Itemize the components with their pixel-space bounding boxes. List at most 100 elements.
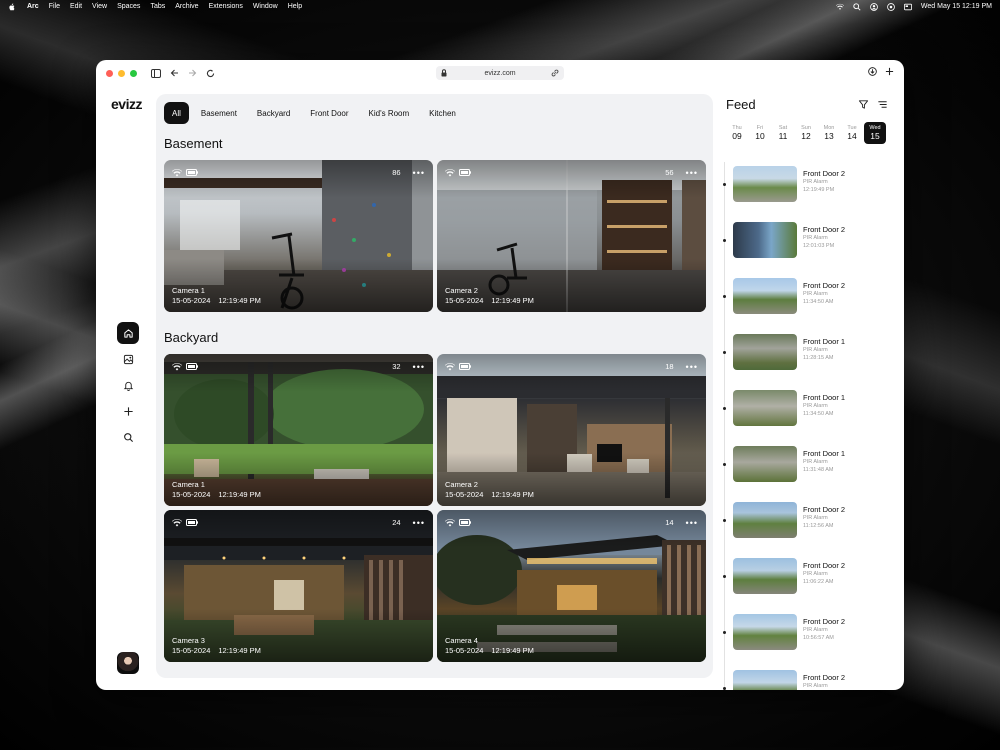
camera-date: 15-05-2024	[172, 490, 211, 499]
day-tue[interactable]: Tue 14	[841, 122, 863, 144]
download-icon[interactable]	[868, 67, 877, 76]
address-bar[interactable]: evizz.com	[436, 66, 564, 80]
timeline-dot	[723, 407, 726, 410]
day-sun[interactable]: Sun 12	[795, 122, 817, 144]
camera-tile[interactable]: 24 ••• Camera 3 15-05-2024 12:19:49 PM	[164, 510, 433, 662]
camera-tile[interactable]: 18 ••• Camera 2 15-05-2024 12:19:49 PM	[437, 354, 706, 506]
nav-home-button[interactable]	[117, 322, 139, 344]
nav-add-button[interactable]	[117, 400, 139, 422]
section-title-backyard: Backyard	[164, 330, 219, 345]
close-window-button[interactable]	[106, 69, 113, 77]
tab-kids-room[interactable]: Kid's Room	[361, 102, 418, 124]
wifi-signal-icon	[172, 362, 182, 370]
feed-item[interactable]: Front Door 2 PIR Alarm 12:19:49 PM	[723, 162, 900, 218]
menubar-clock[interactable]: Wed May 15 12:19 PM	[921, 3, 992, 10]
menu-archive[interactable]: Archive	[175, 3, 198, 10]
app-logo[interactable]: evizz	[111, 96, 142, 112]
event-thumbnail[interactable]	[733, 670, 797, 690]
apple-icon[interactable]	[8, 3, 15, 11]
reload-icon[interactable]	[205, 68, 215, 78]
url-text[interactable]: evizz.com	[484, 70, 515, 77]
event-thumbnail[interactable]	[733, 390, 797, 426]
camera-time: 12:19:49 PM	[218, 296, 261, 305]
control-center-icon[interactable]	[887, 2, 895, 11]
event-thumbnail[interactable]	[733, 446, 797, 482]
user-icon[interactable]	[870, 2, 878, 11]
menu-arc[interactable]: Arc	[27, 3, 39, 10]
event-time: 11:31:48 AM	[803, 467, 834, 473]
nav-notifications-button[interactable]	[117, 374, 139, 396]
sidebar-toggle-icon[interactable]	[151, 68, 161, 78]
camera-info: Camera 2 15-05-2024 12:19:49 PM	[445, 480, 542, 500]
search-icon[interactable]	[853, 2, 861, 11]
tab-all[interactable]: All	[164, 102, 189, 124]
more-options-icon[interactable]: •••	[686, 362, 698, 371]
more-options-icon[interactable]: •••	[686, 518, 698, 527]
day-sat[interactable]: Sat 11	[772, 122, 794, 144]
copy-link-icon[interactable]	[551, 69, 559, 77]
section-title-basement: Basement	[164, 136, 223, 151]
feed-item[interactable]: Front Door 1 PIR Alarm 11:28:15 AM	[723, 330, 900, 386]
camera-tile[interactable]: 32 ••• Camera 1 15-05-2024 12:19:49 PM	[164, 354, 433, 506]
wifi-icon[interactable]	[835, 3, 844, 11]
more-options-icon[interactable]: •••	[413, 518, 425, 527]
tab-front-door[interactable]: Front Door	[302, 102, 356, 124]
tab-kitchen[interactable]: Kitchen	[421, 102, 464, 124]
feed-item[interactable]: Front Door 2 PIR Alarm	[723, 666, 900, 690]
event-thumbnail[interactable]	[733, 502, 797, 538]
feed-item[interactable]: Front Door 1 PIR Alarm 11:31:48 AM	[723, 442, 900, 498]
more-options-icon[interactable]: •••	[413, 362, 425, 371]
nav-gallery-button[interactable]	[117, 348, 139, 370]
back-arrow-icon[interactable]	[169, 68, 179, 78]
nav-search-button[interactable]	[117, 426, 139, 448]
event-camera: Front Door 1	[803, 337, 846, 346]
camera-tile[interactable]: 14 ••• Camera 4 15-05-2024 12:19:49 PM	[437, 510, 706, 662]
minimize-window-button[interactable]	[118, 69, 125, 77]
event-thumbnail[interactable]	[733, 334, 797, 370]
menu-view[interactable]: View	[92, 3, 107, 10]
camera-date: 15-05-2024	[172, 646, 211, 655]
event-thumbnail[interactable]	[733, 222, 797, 258]
gallery-icon	[123, 354, 133, 364]
more-options-icon[interactable]: •••	[413, 168, 425, 177]
menu-edit[interactable]: Edit	[70, 3, 82, 10]
menu-extensions[interactable]: Extensions	[209, 3, 243, 10]
tab-backyard[interactable]: Backyard	[249, 102, 298, 124]
camera-tile[interactable]: 86 ••• Camera 1 15-05-2024 12:19:49 PM	[164, 160, 433, 312]
event-thumbnail[interactable]	[733, 558, 797, 594]
menu-window[interactable]: Window	[253, 3, 278, 10]
event-time: 11:34:50 AM	[803, 411, 834, 417]
menu-help[interactable]: Help	[288, 3, 302, 10]
feed-item[interactable]: Front Door 2 PIR Alarm 11:12:56 AM	[723, 498, 900, 554]
day-fri[interactable]: Fri 10	[749, 122, 771, 144]
event-thumbnail[interactable]	[733, 166, 797, 202]
feed-item[interactable]: Front Door 1 PIR Alarm 11:34:50 AM	[723, 386, 900, 442]
display-icon[interactable]	[903, 3, 912, 11]
sort-icon[interactable]	[877, 99, 888, 110]
maximize-window-button[interactable]	[130, 69, 137, 77]
day-date: 13	[824, 131, 834, 141]
menu-tabs[interactable]: Tabs	[150, 3, 165, 10]
camera-name: Camera 4	[445, 636, 478, 645]
plus-icon	[123, 406, 133, 416]
menu-spaces[interactable]: Spaces	[117, 3, 140, 10]
more-options-icon[interactable]: •••	[686, 168, 698, 177]
event-thumbnail[interactable]	[733, 278, 797, 314]
event-thumbnail[interactable]	[733, 614, 797, 650]
user-avatar[interactable]	[117, 652, 139, 674]
day-wed[interactable]: Wed 15	[864, 122, 886, 144]
day-thu[interactable]: Thu 09	[726, 122, 748, 144]
timeline-dot	[723, 183, 726, 186]
forward-arrow-icon[interactable]	[187, 68, 197, 78]
filter-icon[interactable]	[858, 99, 869, 110]
new-tab-icon[interactable]	[885, 67, 894, 76]
tab-basement[interactable]: Basement	[193, 102, 245, 124]
camera-tile[interactable]: 56 ••• Camera 2 15-05-2024 12:19:49 PM	[437, 160, 706, 312]
feed-item[interactable]: Front Door 2 PIR Alarm 11:06:22 AM	[723, 554, 900, 610]
feed-item[interactable]: Front Door 2 PIR Alarm 10:56:57 AM	[723, 610, 900, 666]
day-mon[interactable]: Mon 13	[818, 122, 840, 144]
menu-file[interactable]: File	[49, 3, 60, 10]
camera-info: Camera 3 15-05-2024 12:19:49 PM	[172, 636, 269, 656]
feed-item[interactable]: Front Door 2 PIR Alarm 12:01:03 PM	[723, 218, 900, 274]
feed-item[interactable]: Front Door 2 PIR Alarm 11:34:50 AM	[723, 274, 900, 330]
